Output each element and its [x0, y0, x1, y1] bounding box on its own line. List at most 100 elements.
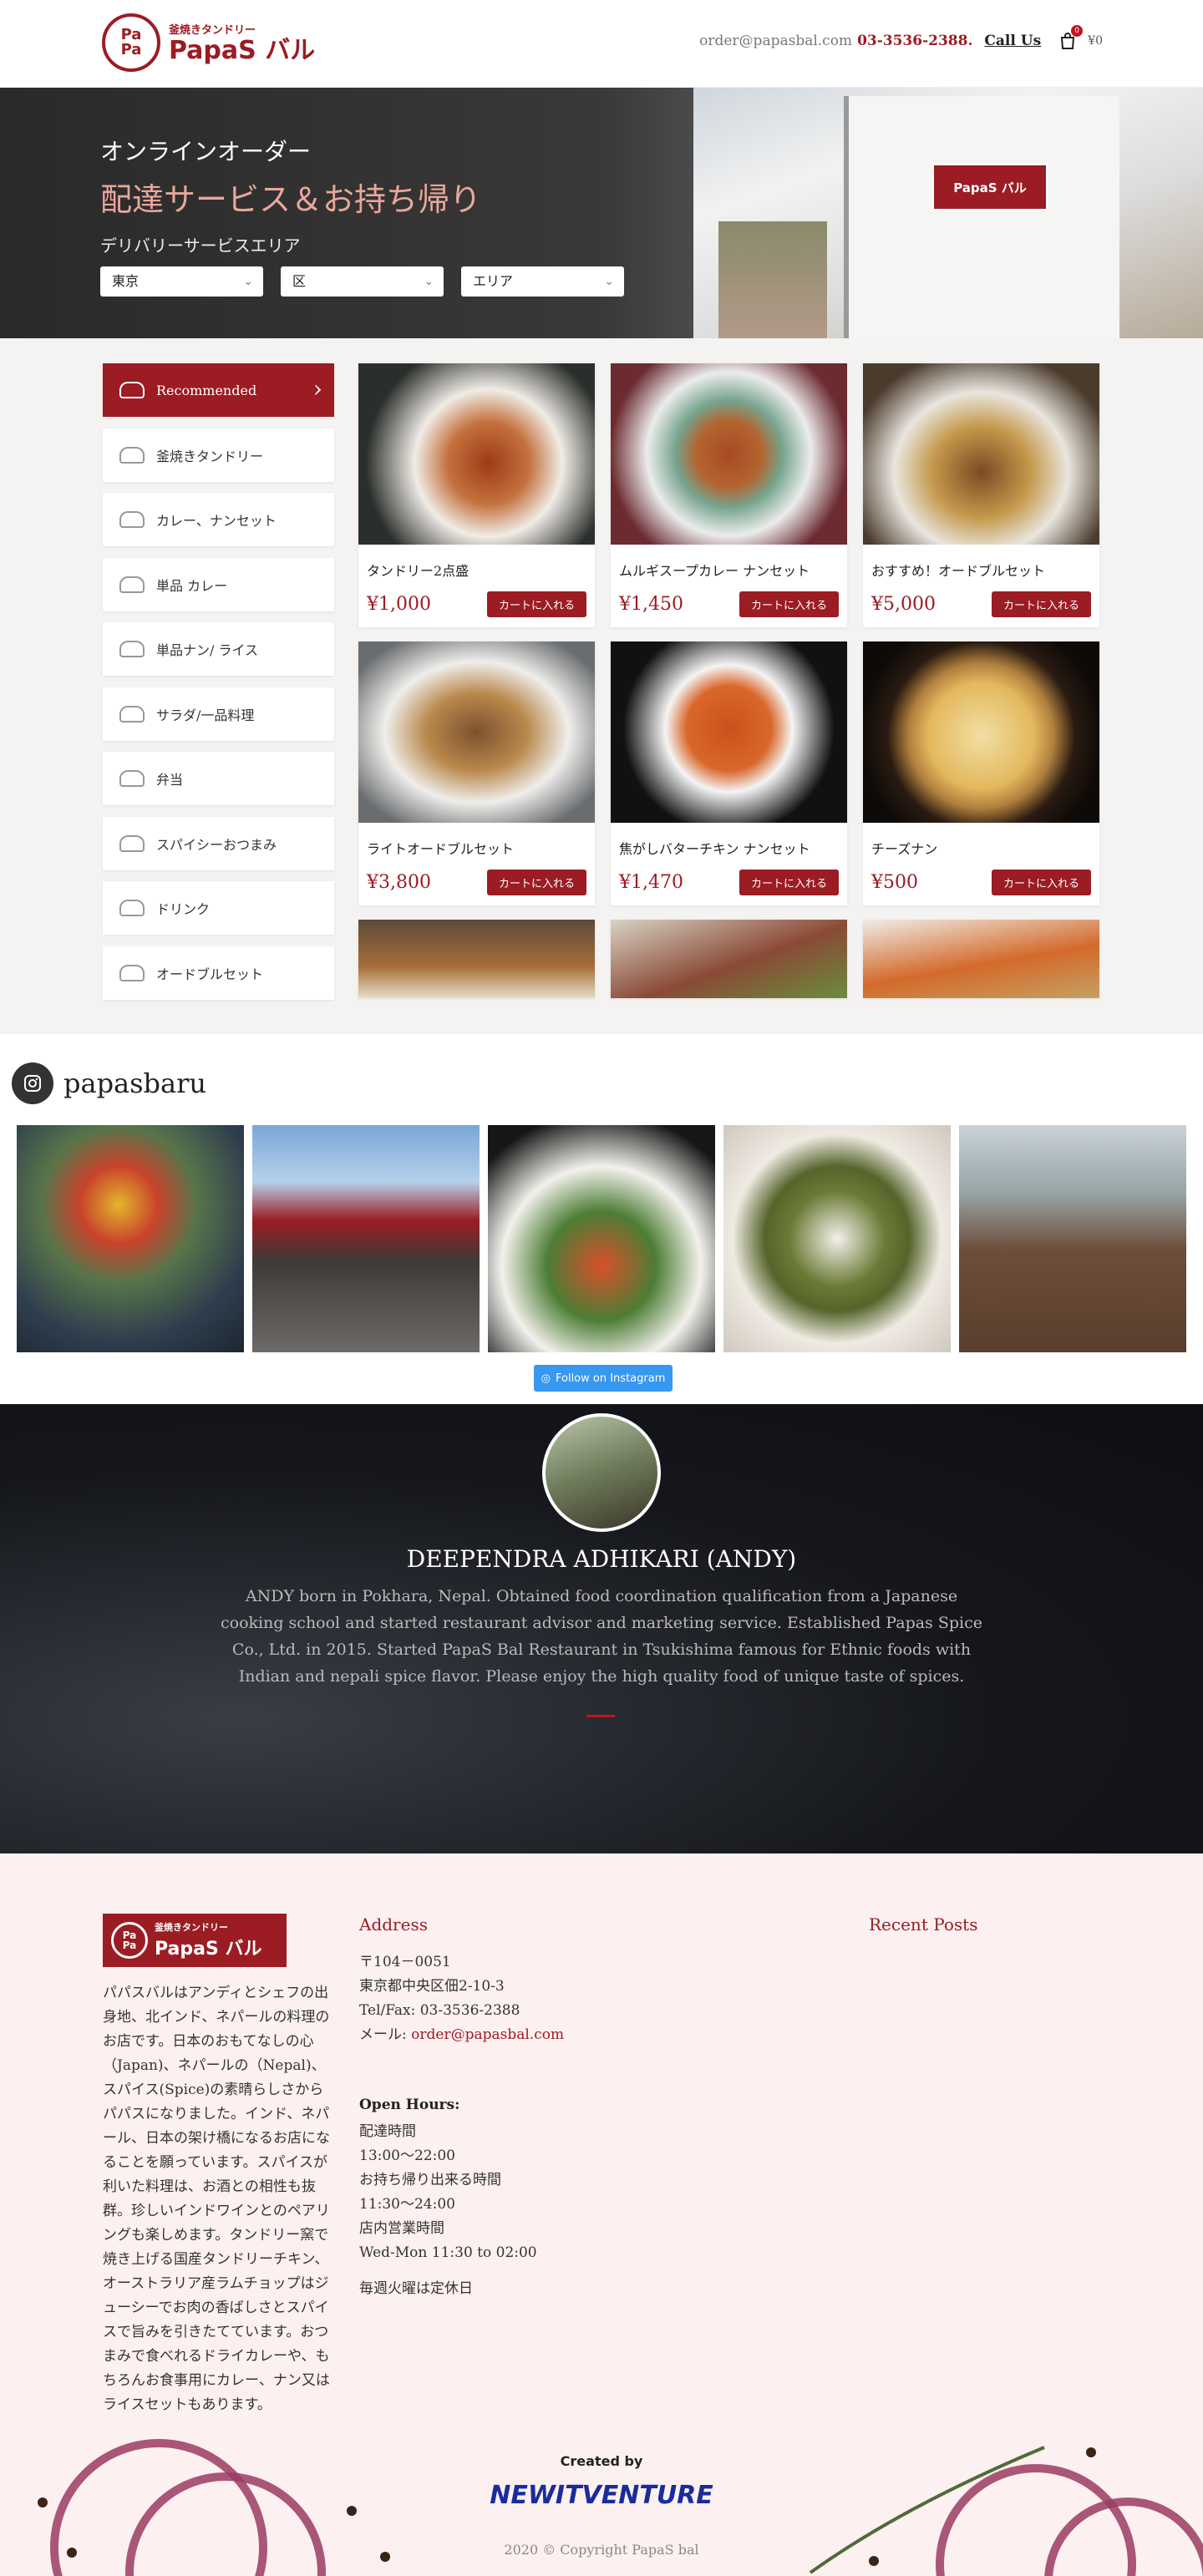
- follow-label: Follow on Instagram: [555, 1372, 666, 1385]
- instagram-post[interactable]: [723, 1125, 951, 1352]
- cart-icon[interactable]: 0: [1059, 25, 1084, 50]
- chevron-right-icon: ›: [312, 375, 322, 403]
- category-single-curry[interactable]: 単品 カレー: [103, 558, 334, 611]
- tandoori-icon: [119, 447, 145, 464]
- cart-total[interactable]: ¥0: [1088, 34, 1103, 48]
- add-to-cart-button[interactable]: カートに入れる: [486, 870, 586, 895]
- header-email[interactable]: order@papasbal.com: [699, 33, 852, 49]
- product-card[interactable]: おすすめ！オードブルセット ¥5,000 カートに入れる: [863, 363, 1099, 627]
- hours-heading: Open Hours:: [359, 2097, 460, 2113]
- add-to-cart-button[interactable]: カートに入れる: [991, 870, 1091, 895]
- product-card[interactable]: ライトオードブルセット ¥3,800 カートに入れる: [358, 641, 595, 905]
- category-label: 弁当: [156, 772, 184, 788]
- hours-line: Wed-Mon 11:30 to 02:00: [359, 2244, 537, 2261]
- product-image[interactable]: [611, 363, 847, 545]
- instagram-icon: ◎: [541, 1372, 551, 1385]
- prefecture-value: 東京: [112, 273, 140, 289]
- mail-label: メール:: [359, 2026, 412, 2043]
- footer-logo[interactable]: Pa Pa 釜焼きタンドリー PapaS バル: [103, 1914, 287, 1967]
- instagram-post[interactable]: [488, 1125, 715, 1352]
- category-bento[interactable]: 弁当: [103, 752, 334, 805]
- category-label: 単品ナン/ ライス: [156, 642, 258, 658]
- product-card[interactable]: タンドリー2点盛 ¥1,000 カートに入れる: [358, 363, 595, 627]
- owner-avatar: [542, 1413, 661, 1532]
- instagram-post[interactable]: [959, 1125, 1186, 1352]
- product-card[interactable]: チーズナン ¥500 カートに入れる: [863, 641, 1099, 905]
- street-address: 東京都中央区佃2-10-3: [359, 1978, 505, 1995]
- bento-icon: [119, 770, 145, 787]
- product-name[interactable]: ムルギスープカレー ナンセット: [611, 545, 847, 585]
- call-us-link[interactable]: Call Us: [984, 33, 1041, 49]
- category-drinks[interactable]: ドリンク: [103, 881, 334, 935]
- follow-on-instagram-button[interactable]: ◎ Follow on Instagram: [534, 1365, 673, 1392]
- category-hors-doeuvre[interactable]: オードブルセット: [103, 946, 334, 1000]
- product-name[interactable]: ライトオードブルセット: [358, 823, 595, 863]
- product-image[interactable]: [358, 920, 595, 998]
- instagram-post[interactable]: [252, 1125, 480, 1352]
- product-image[interactable]: [358, 363, 595, 545]
- product-card[interactable]: [611, 920, 847, 998]
- instagram-handle[interactable]: papasbaru: [63, 1067, 206, 1099]
- storefront-sign: PapaS バル: [931, 163, 1048, 211]
- closed-day: 毎週火曜は定休日: [359, 2280, 473, 2297]
- category-label: 単品 カレー: [156, 578, 228, 594]
- product-image[interactable]: [611, 920, 847, 998]
- logo-title: PapaS バル: [169, 35, 316, 65]
- product-name[interactable]: チーズナン: [863, 823, 1099, 863]
- add-to-cart-button[interactable]: カートに入れる: [991, 591, 1091, 617]
- address-heading: Address: [359, 1914, 428, 1935]
- area-select[interactable]: エリア ⌄: [461, 266, 624, 297]
- chevron-down-icon: ⌄: [243, 275, 253, 288]
- footer-logo-title: PapaS バル: [155, 1939, 262, 1960]
- add-to-cart-button[interactable]: カートに入れる: [486, 591, 586, 617]
- logo-badge: Pa Pa: [102, 13, 160, 72]
- add-to-cart-button[interactable]: カートに入れる: [739, 870, 839, 895]
- header-contact: order@papasbal.com 03-3536-2388. Call Us…: [699, 25, 1103, 50]
- product-name[interactable]: おすすめ！オードブルセット: [863, 545, 1099, 585]
- product-image[interactable]: [863, 920, 1099, 998]
- product-image[interactable]: [863, 641, 1099, 823]
- product-card[interactable]: ムルギスープカレー ナンセット ¥1,450 カートに入れる: [611, 363, 847, 627]
- product-image[interactable]: [611, 641, 847, 823]
- footer-logo-badge: Pa Pa: [111, 1922, 148, 1959]
- product-card[interactable]: 焦がしバターチキン ナンセット ¥1,470 カートに入れる: [611, 641, 847, 905]
- mail-link[interactable]: order@papasbal.com: [411, 2026, 564, 2043]
- platter-icon: [119, 965, 145, 981]
- product-image[interactable]: [358, 641, 595, 823]
- category-naan-rice[interactable]: 単品ナン/ ライス: [103, 622, 334, 676]
- category-label: カレー、ナンセット: [156, 513, 277, 529]
- product-image[interactable]: [863, 363, 1099, 545]
- creator-logo[interactable]: NEWITVENTURE: [0, 2481, 1203, 2510]
- category-recommended[interactable]: Recommended ›: [103, 363, 334, 417]
- product-price: ¥500: [871, 872, 918, 893]
- site-logo[interactable]: Pa Pa 釜焼きタンドリー PapaS バル: [102, 13, 315, 72]
- ward-select[interactable]: 区 ⌄: [281, 266, 444, 297]
- hero-kicker: オンラインオーダー: [100, 138, 312, 165]
- hours-line: 配達時間: [359, 2123, 416, 2140]
- divider: [586, 1715, 615, 1717]
- product-price: ¥1,470: [619, 872, 683, 893]
- instagram-post[interactable]: [17, 1125, 244, 1352]
- add-to-cart-button[interactable]: カートに入れる: [739, 591, 839, 617]
- salad-icon: [119, 706, 145, 723]
- product-name[interactable]: タンドリー2点盛: [358, 545, 595, 585]
- category-salad[interactable]: サラダ/一品料理: [103, 687, 334, 741]
- prefecture-select[interactable]: 東京 ⌄: [100, 266, 263, 297]
- category-label: サラダ/一品料理: [156, 707, 255, 723]
- logo-bottom: Pa: [122, 1940, 137, 1951]
- footer-logo-subtitle: 釜焼きタンドリー: [155, 1922, 228, 1933]
- product-card[interactable]: [358, 920, 595, 998]
- category-spicy-snacks[interactable]: スパイシーおつまみ: [103, 817, 334, 870]
- category-label: 釜焼きタンドリー: [156, 449, 264, 464]
- category-tandoori[interactable]: 釜焼きタンドリー: [103, 428, 334, 482]
- product-card[interactable]: [863, 920, 1099, 998]
- address-block: 〒104－0051 東京都中央区佃2-10-3 Tel/Fax: 03-3536…: [359, 1950, 564, 2047]
- hours-line: 13:00～22:00: [359, 2148, 455, 2164]
- owner-name: DEEPENDRA ADHIKARI (ANDY): [406, 1545, 797, 1573]
- product-name[interactable]: 焦がしバターチキン ナンセット: [611, 823, 847, 863]
- instagram-icon[interactable]: [12, 1062, 53, 1104]
- category-curry-naan-set[interactable]: カレー、ナンセット: [103, 493, 334, 546]
- hours-line: 11:30～24:00: [359, 2196, 455, 2213]
- logo-bottom: Pa: [120, 41, 142, 58]
- header-phone[interactable]: 03-3536-2388.: [857, 33, 972, 49]
